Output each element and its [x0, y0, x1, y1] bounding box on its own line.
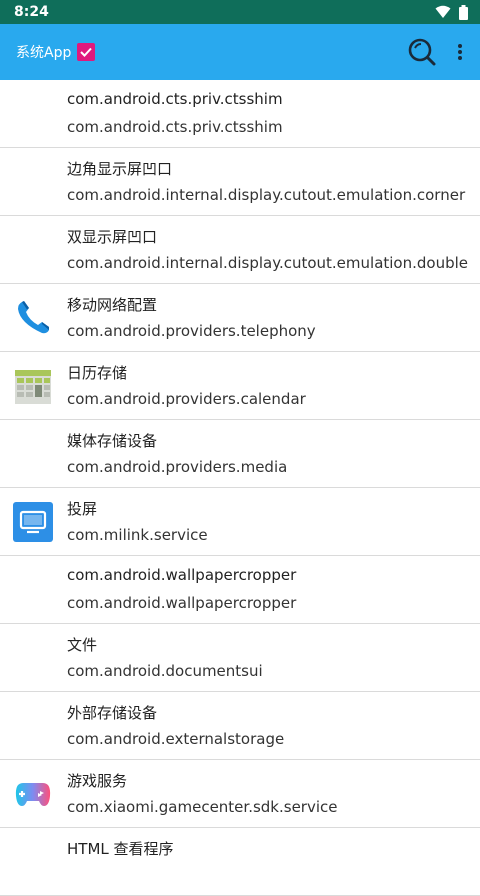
app-package: com.android.providers.telephony	[67, 322, 316, 340]
battery-icon	[459, 4, 468, 20]
app-icon-empty	[13, 706, 53, 746]
app-icon-empty	[13, 570, 53, 610]
app-package: com.android.documentsui	[67, 662, 263, 680]
more-vert-icon	[458, 44, 462, 60]
list-item-6[interactable]: 媒体存储设备 com.android.providers.media	[0, 420, 480, 488]
app-name: 移动网络配置	[67, 296, 158, 314]
list-item-1[interactable]: com.android.cts.priv.ctsshim com.android…	[0, 80, 480, 148]
gamepad-icon	[13, 774, 53, 814]
app-icon-empty	[13, 162, 53, 202]
list-item-4[interactable]: 移动网络配置 com.android.providers.telephony	[0, 284, 480, 352]
app-name: 双显示屏凹口	[67, 228, 158, 246]
wifi-icon	[435, 5, 451, 18]
calendar-icon	[13, 366, 53, 406]
app-package: com.android.cts.priv.ctsshim	[67, 118, 283, 136]
app-icon-empty	[13, 842, 53, 882]
app-icon-empty	[13, 230, 53, 270]
list-item-2[interactable]: 边角显示屏凹口 com.android.internal.display.cut…	[0, 148, 480, 216]
status-icons	[435, 4, 468, 20]
app-icon-empty	[13, 434, 53, 474]
app-package: com.android.wallpapercropper	[67, 594, 297, 612]
system-app-checkbox[interactable]	[77, 43, 96, 61]
app-bar: 系统App	[0, 24, 480, 80]
app-title: 系统App	[16, 45, 72, 61]
app-name: 边角显示屏凹口	[67, 160, 173, 178]
list-item-8[interactable]: com.android.wallpapercropper com.android…	[0, 556, 480, 624]
check-icon	[80, 47, 93, 57]
app-name: 外部存储设备	[67, 704, 158, 722]
app-package: com.android.providers.calendar	[67, 390, 306, 408]
list-item-5[interactable]: 日历存储 com.android.providers.calendar	[0, 352, 480, 420]
more-options-button[interactable]	[452, 40, 468, 64]
app-name: com.android.wallpapercropper	[67, 566, 297, 584]
list-item-9[interactable]: 文件 com.android.documentsui	[0, 624, 480, 692]
app-package: com.android.internal.display.cutout.emul…	[67, 186, 466, 204]
phone-icon	[13, 298, 53, 338]
app-name: HTML 查看程序	[67, 840, 174, 858]
app-name: com.android.cts.priv.ctsshim	[67, 90, 283, 108]
app-list: com.android.cts.priv.ctsshim com.android…	[0, 80, 480, 896]
app-package: com.xiaomi.gamecenter.sdk.service	[67, 798, 338, 816]
list-item-7[interactable]: 投屏 com.milink.service	[0, 488, 480, 556]
status-bar: 8:24	[0, 0, 480, 24]
app-package: com.android.providers.media	[67, 458, 288, 476]
app-package: com.android.externalstorage	[67, 730, 285, 748]
app-icon-empty	[13, 638, 53, 678]
app-name: 投屏	[67, 500, 98, 518]
app-package: com.milink.service	[67, 526, 208, 544]
search-button[interactable]	[406, 36, 438, 68]
app-name: 文件	[67, 636, 98, 654]
app-name: 日历存储	[67, 364, 128, 382]
app-name: 媒体存储设备	[67, 432, 158, 450]
list-item-12[interactable]: HTML 查看程序	[0, 828, 480, 896]
list-item-10[interactable]: 外部存储设备 com.android.externalstorage	[0, 692, 480, 760]
search-icon	[408, 38, 436, 66]
status-time: 8:24	[14, 4, 49, 20]
app-package: com.android.internal.display.cutout.emul…	[67, 254, 469, 272]
app-icon-empty	[13, 94, 53, 134]
list-item-11[interactable]: 游戏服务 com.xiaomi.gamecenter.sdk.service	[0, 760, 480, 828]
app-name: 游戏服务	[67, 772, 128, 790]
cast-screen-icon	[13, 502, 53, 542]
list-item-3[interactable]: 双显示屏凹口 com.android.internal.display.cuto…	[0, 216, 480, 284]
